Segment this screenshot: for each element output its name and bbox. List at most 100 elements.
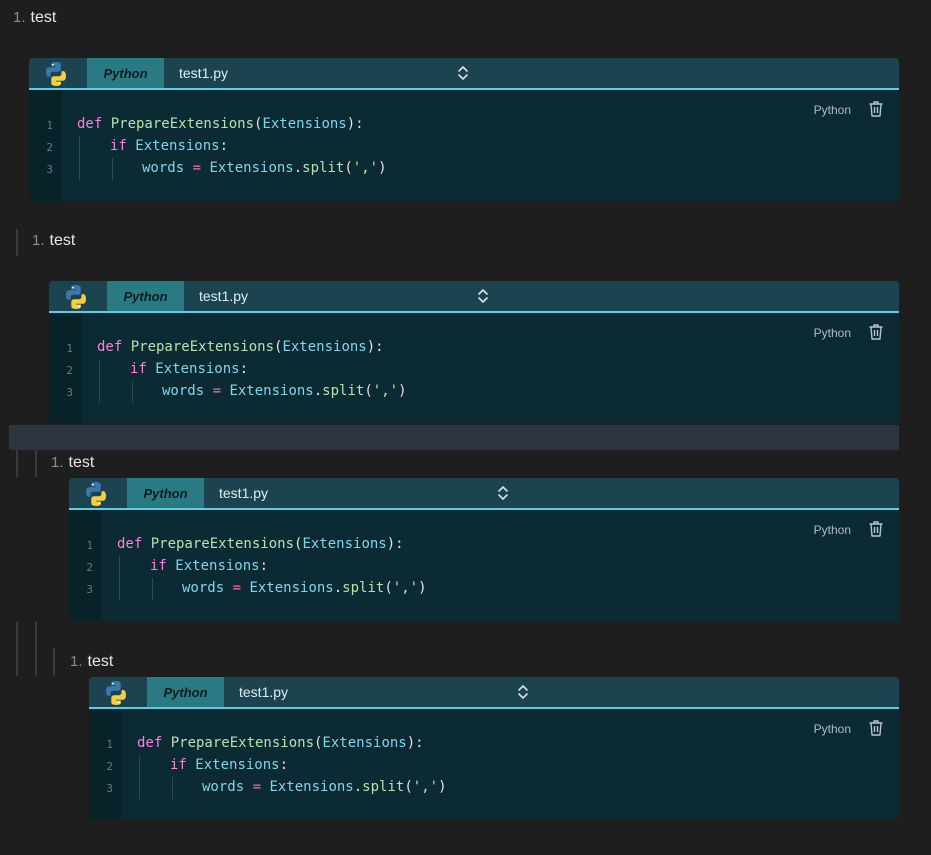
language-badge: Python [813,523,851,537]
code-line: def PrepareExtensions(Extensions): [77,116,364,132]
file-name[interactable]: test1.py [239,677,288,707]
code-token: ): [366,339,384,355]
chevron-up-down-icon[interactable] [497,485,509,501]
code-line: def PrepareExtensions(Extensions): [97,339,384,355]
code-body[interactable]: Python 1 def PrepareExtensions(Extensions)… [89,709,899,820]
code-line: words = Extensions.split(',') [162,383,407,399]
code-token: Extensions [155,361,240,377]
code-line: if Extensions: [150,558,268,574]
code-token: ) [378,160,387,176]
code-token: ( [404,779,413,795]
file-name[interactable]: test1.py [179,58,228,88]
trash-icon[interactable] [868,323,884,341]
code-line: if Extensions: [110,138,228,154]
indent-guide [139,755,140,799]
code-body[interactable]: Python 1 def PrepareExtensions(Extensions)… [69,510,899,621]
code-line: def PrepareExtensions(Extensions): [117,536,404,552]
code-token: if [110,138,136,154]
code-token: words [182,580,233,596]
code-token: def [77,116,111,132]
indent-guide [79,136,80,180]
list-text: test [68,454,95,471]
quote-bar [16,229,18,256]
code-token: ',' [412,779,439,795]
line-number: 1 [106,738,113,751]
code-token: def [117,536,151,552]
list-number: 1. [32,232,45,249]
language-badge: Python [813,103,851,117]
language-badge: Python [813,722,851,736]
language-tab[interactable]: Python [107,281,184,311]
code-body[interactable]: Python 1 def PrepareExtensions(Extensions)… [29,90,899,201]
code-token: Extensions [249,580,334,596]
list-item[interactable]: 1. test [70,653,113,671]
code-line: words = Extensions.split(',') [142,160,387,176]
indent-guide [172,777,173,799]
indent-guide [132,381,133,403]
code-token: def [137,735,171,751]
line-number: 2 [46,141,53,154]
code-token: . [353,779,363,795]
language-badge: Python [813,326,851,340]
code-token: : [219,138,229,154]
file-name[interactable]: test1.py [219,478,268,508]
list-item[interactable]: 1. test [13,9,56,27]
code-token: Extensions [135,138,220,154]
line-number: 2 [86,561,93,574]
indent-guide [119,556,120,600]
chevron-up-down-icon[interactable] [517,684,529,700]
code-token: = [192,160,210,176]
quote-bar [35,622,37,676]
code-token: words [142,160,193,176]
list-number: 1. [51,454,64,471]
code-block: Python test1.py Python 1 def PrepareExtensio… [29,58,899,201]
list-number: 1. [13,9,26,26]
file-name[interactable]: test1.py [199,281,248,311]
list-item[interactable]: 1. test [51,454,94,472]
active-line-highlight [9,425,899,450]
code-token: split [342,580,385,596]
code-token: = [252,779,270,795]
quote-bar [35,450,37,477]
code-token: = [232,580,250,596]
code-block: Python test1.py Python 1 def PrepareExtensio… [69,478,899,621]
code-token: words [202,779,253,795]
code-token: split [362,779,405,795]
code-token: if [170,757,196,773]
line-number: 3 [66,386,73,399]
code-token: : [259,558,269,574]
trash-icon[interactable] [868,520,884,538]
language-tab[interactable]: Python [127,478,204,508]
code-token: ',' [352,160,379,176]
indent-guide [112,158,113,180]
code-body[interactable]: Python 1 def PrepareExtensions(Extensions)… [49,313,899,424]
language-tab[interactable]: Python [87,58,164,88]
chevron-up-down-icon[interactable] [457,65,469,81]
code-token: split [322,383,365,399]
code-token: Extensions [209,160,294,176]
list-item[interactable]: 1. test [32,232,75,250]
trash-icon[interactable] [868,719,884,737]
code-block-header: Python test1.py [69,478,899,510]
line-number: 3 [106,782,113,795]
code-token: ',' [392,580,419,596]
trash-icon[interactable] [868,100,884,118]
code-line: words = Extensions.split(',') [202,779,447,795]
code-token: PrepareExtensions [110,116,255,132]
code-token: ) [418,580,427,596]
list-text: test [30,9,57,26]
code-token: ): [386,536,404,552]
line-number: 2 [66,364,73,377]
list-text: test [49,232,76,249]
code-token: ) [438,779,447,795]
line-number: 1 [46,119,53,132]
chevron-up-down-icon[interactable] [477,288,489,304]
language-tab[interactable]: Python [147,677,224,707]
code-token: Extensions [229,383,314,399]
code-token: PrepareExtensions [170,735,315,751]
code-token: PrepareExtensions [150,536,295,552]
code-token: Extensions [262,116,347,132]
code-line: if Extensions: [130,361,248,377]
python-icon [62,283,90,311]
python-icon [42,60,70,88]
